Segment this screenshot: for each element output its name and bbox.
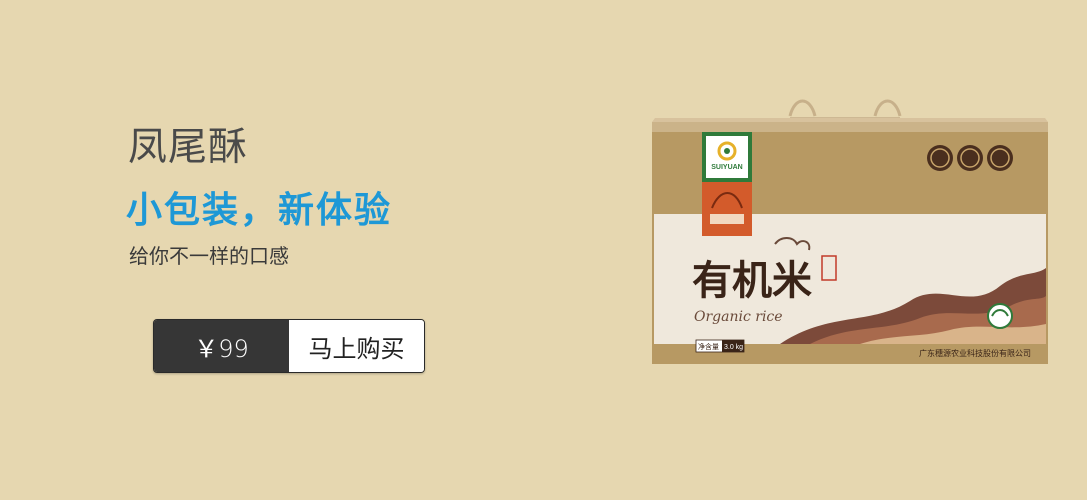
product-tagline: 给你不一样的口感 <box>129 244 289 268</box>
product-image: SUIYUAN 有机米 Organic rice 净含量 3.0 kg 广东穗源… <box>640 96 1060 376</box>
weight-value: 3.0 kg <box>724 344 743 351</box>
box-lid <box>652 122 1048 132</box>
stamp-icons <box>927 145 1013 171</box>
orange-badge <box>702 182 752 236</box>
brand-name: SUIYUAN <box>711 164 743 171</box>
purchase-group: ￥99 马上购买 <box>153 319 425 373</box>
rope-handle <box>788 99 902 117</box>
company-name: 广东穗源农业科技股份有限公司 <box>919 348 1031 358</box>
price-label: ￥99 <box>154 320 289 372</box>
organic-cert-icon <box>987 303 1013 329</box>
product-subtitle: 小包装，新体验 <box>126 190 393 231</box>
product-title: 凤尾酥 <box>128 125 249 170</box>
product-english: Organic rice <box>694 309 783 325</box>
buy-now-button[interactable]: 马上购买 <box>289 320 424 372</box>
product-name: 有机米 <box>692 257 812 304</box>
weight-label: 净含量 <box>698 342 719 351</box>
promo-banner: 凤尾酥 小包装，新体验 给你不一样的口感 ￥99 马上购买 SUIYUAN 有机… <box>0 0 1087 500</box>
